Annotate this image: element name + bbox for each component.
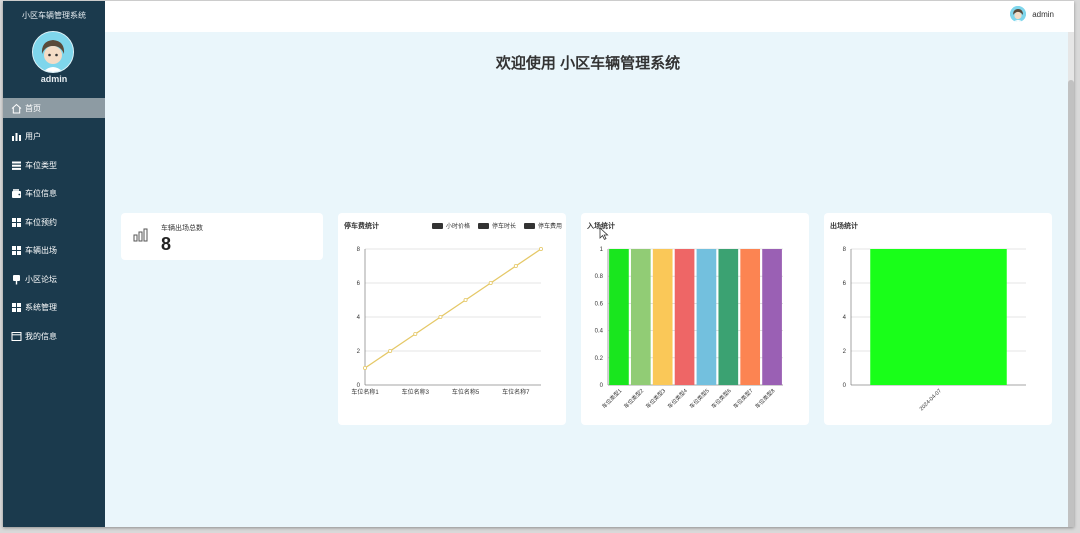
sidebar-item-7[interactable]: 系统管理: [3, 298, 105, 318]
sidebar-item-3[interactable]: 车位信息: [3, 184, 105, 204]
avatar[interactable]: [32, 31, 74, 73]
sidebar-item-label: 我的信息: [25, 331, 57, 341]
bar: [630, 249, 651, 385]
y-tick-label: 0: [357, 383, 361, 389]
y-tick-label: 0.8: [595, 274, 604, 280]
data-point: [488, 281, 493, 286]
x-tick-label: 车位名称3: [402, 388, 430, 396]
y-tick-label: 0.6: [595, 301, 604, 307]
scrollbar-thumb[interactable]: [1068, 80, 1074, 527]
bar-chart-entry: 00.20.40.60.81车位类型1 车位类型2 车位类型3 车位类型4 车位类型5 车…: [595, 247, 783, 410]
x-tick-label: 车位类型5: [687, 387, 710, 410]
app-window: 小区车辆管理系统 admin 首页用户车位类型车位信息车位预约车辆出场小区论坛系…: [3, 1, 1074, 527]
stat-value: 8: [161, 234, 172, 254]
app-title: 小区车辆管理系统: [22, 11, 86, 20]
sidebar-item-0[interactable]: 首页: [3, 98, 105, 118]
chart-card-entry: 入场统计 0 0.2 0.4 0.6 0.8 1 车位类型1 车位类型2 车位类型3 车位类型4 车…: [581, 213, 809, 425]
bar: [740, 249, 761, 385]
x-tick-label: 2024-04-07: [919, 388, 943, 412]
sidebar-item-label: 系统管理: [25, 303, 57, 312]
y-tick-label: 0: [843, 383, 847, 389]
bar: [609, 249, 629, 385]
list-icon: [11, 160, 22, 171]
chart-card-exit: 出场统计 0 2 4 6 8 2024-04-07: [824, 213, 1052, 425]
grid-icon: [11, 217, 22, 228]
y-tick-label: 6: [357, 281, 361, 287]
y-tick-label: 4: [843, 315, 847, 321]
x-tick-label: 车位类型8: [753, 387, 776, 410]
sidebar-item-4[interactable]: 车位预约: [3, 212, 105, 232]
sidebar: 小区车辆管理系统 admin 首页用户车位类型车位信息车位预约车辆出场小区论坛系…: [3, 1, 105, 527]
sidebar-item-1[interactable]: 用户: [3, 127, 105, 147]
bar: [718, 249, 739, 385]
data-point: [362, 365, 367, 370]
wallet-icon: [11, 188, 22, 199]
x-tick-label: 车位类型7: [731, 387, 754, 410]
mouse-cursor-icon: [599, 227, 609, 240]
sidebar-username: admin: [40, 74, 68, 84]
y-tick-label: 6: [843, 281, 847, 287]
bar-chart-exit: 0 2 4 6 8 2024-04-07: [843, 247, 1026, 412]
x-tick-label: 车位类型4: [666, 387, 689, 410]
data-point: [388, 348, 393, 353]
bar: [674, 249, 695, 385]
sidebar-item-6[interactable]: 小区论坛: [3, 269, 105, 289]
sidebar-item-label: 车位信息: [25, 189, 57, 198]
bar: [696, 249, 717, 385]
sidebar-item-label: 车辆出场: [25, 246, 57, 255]
top-avatar[interactable]: [1010, 6, 1026, 22]
top-bar: admin: [105, 1, 1074, 32]
y-tick-label: 0.4: [595, 329, 604, 335]
chart-card-fee: 停车费统计 小时价格 停车时长 停车费用 0 2 4 6 8 车位名称1 车位名称3 车位名称…: [338, 213, 566, 425]
bar-chart-icon: [11, 131, 22, 142]
y-tick-label: 0.2: [595, 356, 604, 362]
y-tick-label: 1: [600, 247, 604, 253]
y-tick-label: 8: [357, 247, 361, 253]
sidebar-item-label: 小区论坛: [25, 274, 57, 284]
y-tick-label: 2: [357, 349, 361, 355]
sidebar-item-8[interactable]: 我的信息: [3, 326, 105, 346]
grid-icon: [11, 302, 22, 313]
home-icon: [11, 103, 22, 114]
bar-chart-icon: [133, 228, 149, 247]
x-tick-label: 车位类型6: [709, 387, 732, 410]
x-tick-label: 车位类型2: [622, 387, 645, 410]
data-point: [413, 332, 418, 337]
sidebar-item-label: 首页: [25, 103, 41, 113]
data-point: [513, 264, 518, 269]
bar: [652, 249, 673, 385]
data-point: [538, 247, 543, 252]
sidebar-item-5[interactable]: 车辆出场: [3, 241, 105, 261]
x-tick-label: 车位名称1: [351, 388, 379, 396]
y-tick-label: 8: [843, 247, 847, 253]
x-tick-label: 车位名称7: [502, 388, 530, 396]
stat-card: 车辆出场总数 8: [121, 213, 323, 260]
window-icon: [11, 331, 22, 342]
y-tick-label: 4: [357, 315, 361, 321]
sidebar-item-label: 用户: [25, 132, 41, 141]
sidebar-item-2[interactable]: 车位类型: [3, 155, 105, 175]
scrollbar[interactable]: [1068, 32, 1074, 527]
page-title: 欢迎使用 小区车辆管理系统: [495, 55, 681, 72]
x-tick-label: 车位类型1: [600, 387, 623, 410]
sidebar-item-label: 车位预约: [25, 217, 57, 227]
sidebar-nav: 首页用户车位类型车位信息车位预约车辆出场小区论坛系统管理我的信息: [3, 98, 105, 355]
stat-label: 车辆出场总数: [161, 225, 203, 232]
data-point: [463, 298, 468, 303]
bar: [762, 249, 782, 385]
grid-icon: [11, 245, 22, 256]
line-chart: 0 2 4 6 8 车位名称1 车位名称3 车位名称5 车位名称7: [351, 247, 543, 396]
y-tick-label: 0: [600, 383, 604, 389]
top-username[interactable]: admin: [1032, 10, 1054, 19]
x-tick-label: 车位名称5: [452, 388, 480, 396]
x-tick-label: 车位类型3: [644, 387, 667, 410]
pin-icon: [11, 274, 22, 285]
y-tick-label: 2: [843, 349, 847, 355]
sidebar-item-label: 车位类型: [25, 160, 57, 170]
data-point: [438, 315, 443, 320]
bar: [870, 249, 1007, 385]
